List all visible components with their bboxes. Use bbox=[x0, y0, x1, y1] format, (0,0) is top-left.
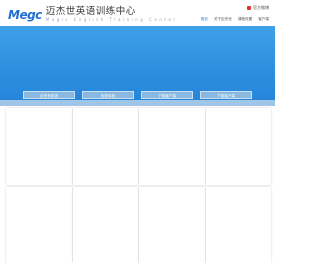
banner-button-2[interactable]: 免费体验 bbox=[82, 91, 134, 99]
content-panel bbox=[139, 186, 205, 263]
logo-chinese-name: 迈杰世英语训练中心 bbox=[45, 6, 136, 17]
content-panel bbox=[6, 108, 72, 185]
content-panel bbox=[139, 108, 205, 185]
weibo-label: 官方微博 bbox=[253, 5, 269, 10]
logo-english-name: Magic English Training Center bbox=[45, 17, 178, 22]
nav-item-about[interactable]: 关于迈杰世 bbox=[214, 16, 232, 22]
site-header: Megc 迈杰世英语训练中心 Magic English Training Ce… bbox=[0, 0, 275, 28]
content-panel bbox=[205, 186, 271, 263]
site-logo[interactable]: Megc 迈杰世英语训练中心 Magic English Training Ce… bbox=[8, 6, 178, 23]
logo-mark: Megc bbox=[8, 7, 42, 22]
banner-button-4[interactable]: 下载客户端 bbox=[200, 91, 252, 99]
nav-item-home[interactable]: 首页 bbox=[201, 16, 208, 22]
content-panel bbox=[72, 108, 138, 185]
banner-button-1[interactable]: 迈杰世英语 bbox=[23, 91, 75, 99]
nav-item-courses[interactable]: 课程设置 bbox=[238, 16, 252, 22]
logo-text: 迈杰世英语训练中心 Magic English Training Center bbox=[46, 6, 178, 23]
content-panels bbox=[6, 108, 271, 263]
banner-divider bbox=[0, 100, 275, 106]
main-nav: 首页 关于迈杰世 课程设置 客户端 bbox=[201, 16, 269, 22]
weibo-icon bbox=[247, 6, 251, 10]
weibo-link[interactable]: 官方微博 bbox=[247, 5, 269, 11]
content-panel bbox=[205, 108, 271, 185]
banner-button-3[interactable]: 下载客户端 bbox=[141, 91, 193, 99]
content-panel bbox=[72, 186, 138, 263]
content-panel bbox=[6, 186, 72, 263]
nav-item-client[interactable]: 客户端 bbox=[258, 16, 269, 22]
